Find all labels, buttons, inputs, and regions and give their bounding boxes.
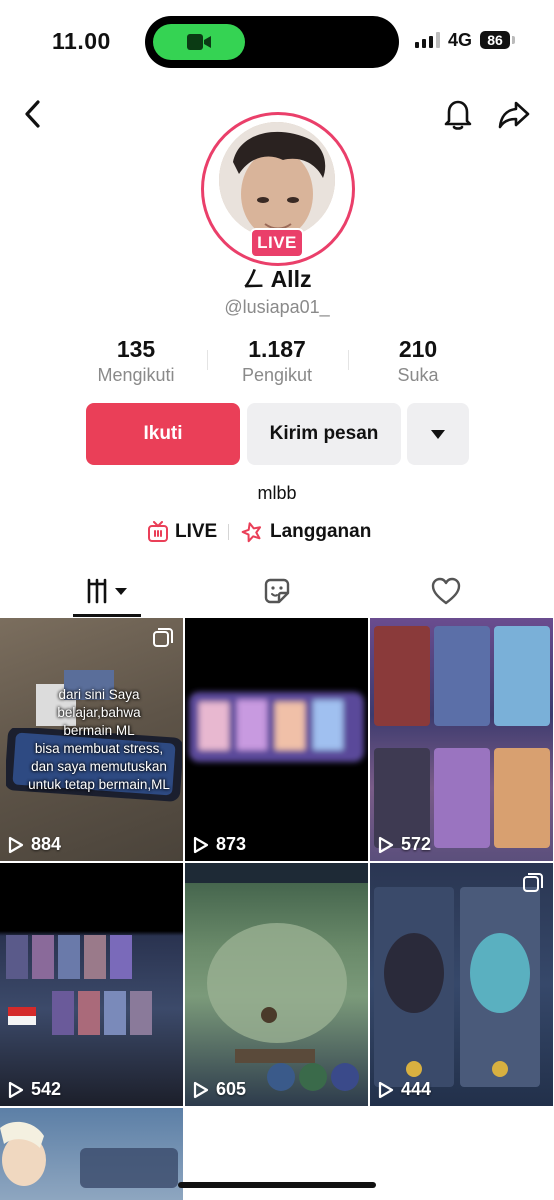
video-tile[interactable]: 873 [185, 618, 368, 861]
profile-bio: mlbb [257, 483, 297, 503]
subscription-star-icon [241, 522, 262, 543]
video-tile[interactable]: 542 [0, 863, 183, 1106]
match-result-thumbnail [374, 887, 540, 1087]
profile-links: LIVE Langganan [0, 518, 554, 546]
status-time: 11.00 [52, 28, 111, 54]
video-tile[interactable]: dari sini Saya belajar,bahwa bermain ML … [0, 618, 183, 861]
stat-followers-label: Pengikut [241, 365, 313, 385]
hero-lineup-thumbnail [6, 935, 152, 1035]
video-caption-overlay: dari sini Saya belajar,bahwa bermain ML … [14, 686, 183, 794]
display-name: Allz [270, 266, 312, 292]
video-tile[interactable]: 444 [370, 863, 553, 1106]
play-outline-icon [8, 836, 24, 853]
play-outline-icon [193, 1081, 209, 1098]
caption-line: bermain ML [63, 723, 135, 738]
view-count: 873 [193, 834, 246, 855]
stat-likes[interactable]: 210 Suka [348, 336, 488, 386]
share-arrow-icon[interactable] [496, 96, 532, 132]
view-count-value: 884 [31, 834, 62, 854]
multi-photo-icon [523, 873, 543, 892]
view-count-value: 542 [31, 1079, 62, 1099]
battery-tip [512, 36, 515, 44]
videos-grid-icon [87, 578, 127, 604]
view-count-value: 572 [401, 834, 432, 854]
stat-followers-value: 1.187 [248, 336, 306, 362]
tab-videos[interactable] [38, 566, 178, 616]
character-thumbnail [0, 1121, 178, 1188]
video-camera-icon [187, 34, 211, 50]
subscription-link-label: Langganan [270, 521, 372, 542]
avatar-portrait [219, 122, 335, 238]
live-tv-icon [148, 521, 168, 542]
blurred-thumbnail [189, 692, 364, 762]
video-tile[interactable] [0, 1108, 183, 1200]
status-bar: 11.00 4G 86 [0, 0, 554, 80]
view-count: 444 [378, 1079, 431, 1100]
subscription-link[interactable]: Langganan [240, 518, 371, 546]
view-count: 605 [193, 1079, 246, 1100]
more-options-button[interactable] [407, 403, 469, 465]
caption-line: untuk tetap bermain,ML [28, 777, 170, 792]
stat-following[interactable]: 135 Mengikuti [66, 336, 206, 386]
view-count: 572 [378, 834, 431, 855]
view-count: 542 [8, 1079, 61, 1100]
stat-likes-value: 210 [398, 336, 438, 362]
view-count-value: 444 [401, 1079, 432, 1099]
live-badge[interactable]: LIVE [250, 228, 304, 258]
caption-line: dan saya memutuskan [31, 759, 167, 774]
bell-icon[interactable] [440, 96, 476, 132]
caption-line: bisa membuat stress, [34, 741, 164, 756]
camera-indicator [153, 24, 245, 60]
profile-tabs [0, 566, 554, 618]
follow-button[interactable]: Ikuti [86, 403, 240, 465]
view-count-value: 605 [216, 1079, 247, 1099]
heart-icon [431, 577, 461, 605]
caret-down-icon [431, 429, 445, 439]
dynamic-island [145, 16, 399, 68]
play-outline-icon [8, 1081, 24, 1098]
video-tile[interactable]: 572 [370, 618, 553, 861]
stat-following-value: 135 [116, 336, 156, 362]
stat-following-label: Mengikuti [97, 365, 175, 385]
avatar[interactable] [219, 122, 335, 238]
video-tile[interactable]: 605 [185, 863, 368, 1106]
back-arrow-icon[interactable] [18, 96, 48, 132]
display-name-row: ㄥ Allz [0, 262, 554, 294]
play-outline-icon [378, 1081, 394, 1098]
sticker-icon [264, 578, 290, 604]
signal-bars-icon [415, 32, 440, 48]
tab-liked[interactable] [376, 566, 516, 616]
view-count-value: 873 [216, 834, 247, 854]
live-link[interactable]: LIVE [147, 518, 217, 546]
home-indicator[interactable] [178, 1182, 376, 1188]
play-outline-icon [378, 836, 394, 853]
username: @lusiapa01_ [224, 297, 330, 317]
active-tab-indicator [73, 614, 141, 617]
links-divider [228, 524, 229, 540]
name-glyph: ㄥ [242, 267, 265, 292]
play-outline-icon [193, 836, 209, 853]
caption-line: dari sini Saya [58, 687, 140, 702]
view-count: 884 [8, 834, 61, 855]
stat-followers[interactable]: 1.187 Pengikut [207, 336, 347, 386]
send-message-button[interactable]: Kirim pesan [247, 403, 401, 465]
live-link-label: LIVE [175, 521, 218, 542]
hero-cards-thumbnail [374, 626, 550, 848]
tab-reposts[interactable] [207, 566, 347, 616]
caption-line: belajar,bahwa [57, 705, 141, 720]
network-type: 4G [448, 30, 473, 50]
gameplay-map-thumbnail [185, 863, 368, 1091]
stat-likes-label: Suka [397, 365, 439, 385]
multi-photo-icon [153, 628, 173, 647]
battery-level: 86 [480, 31, 510, 49]
